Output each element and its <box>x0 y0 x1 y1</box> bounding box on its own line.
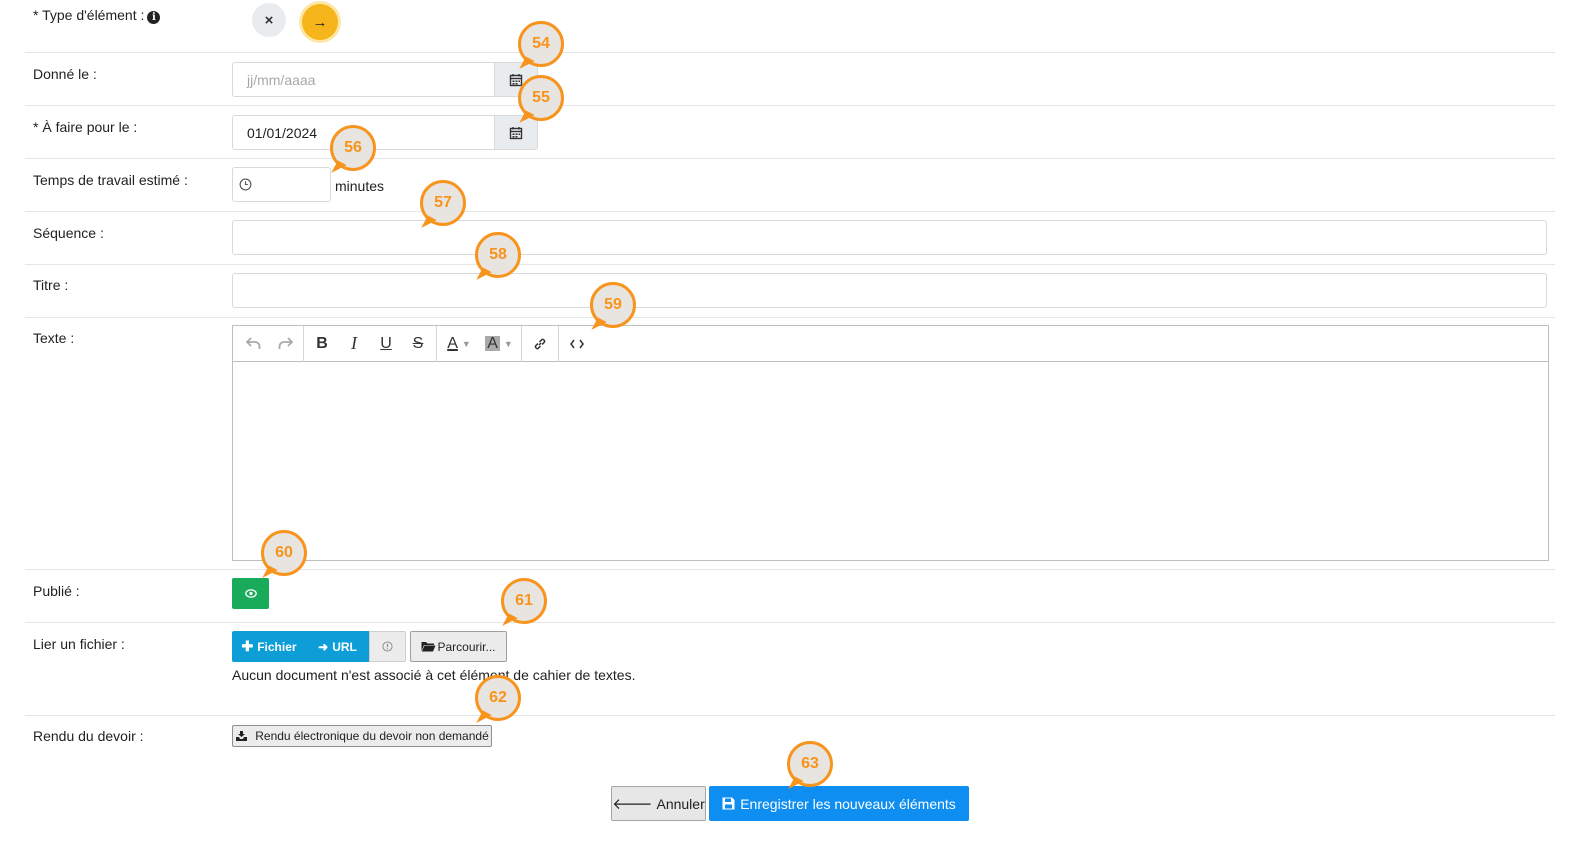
undo-icon[interactable] <box>237 327 269 361</box>
arrow-left-icon: 🡐 <box>612 796 653 813</box>
work-time-unit: minutes <box>335 178 385 194</box>
editor-toolbar: B I U S A ▼ A ▼ <box>233 325 1548 362</box>
save-button[interactable]: Enregistrer les nouveaux éléments <box>709 786 969 821</box>
given-label: Donné le : <box>33 66 97 82</box>
homework-submission-label: Rendu du devoir : <box>33 728 144 744</box>
homework-submission-button[interactable]: Rendu électronique du devoir non demandé <box>232 725 492 747</box>
type-cancel-button[interactable]: × <box>252 3 286 37</box>
title-input[interactable] <box>232 273 1547 308</box>
save-icon <box>722 797 735 810</box>
cancel-button[interactable]: 🡐 Annuler <box>611 786 706 821</box>
type-label: * Type d'élément :i <box>33 7 161 24</box>
underline-icon[interactable]: U <box>370 327 402 361</box>
annotation-marker-60: 60 <box>261 530 307 576</box>
folder-icon <box>421 642 436 652</box>
annotation-marker-62: 62 <box>475 675 521 721</box>
sequence-label: Séquence : <box>33 225 104 241</box>
no-document-text: Aucun document n'est associé à cet éléme… <box>232 667 636 683</box>
info-icon[interactable]: i <box>147 11 161 24</box>
published-label: Publié : <box>33 583 80 599</box>
toolbar-divider <box>436 325 437 362</box>
share-icon: ➜ <box>318 639 329 654</box>
inbox-icon <box>236 731 248 741</box>
work-time-label: Temps de travail estimé : <box>33 172 188 188</box>
text-color-icon[interactable]: A ▼ <box>439 327 479 361</box>
annotation-marker-59: 59 <box>590 282 636 328</box>
plus-icon: ✚ <box>241 638 254 654</box>
rich-text-editor: B I U S A ▼ A ▼ <box>232 325 1549 561</box>
warning-icon <box>382 641 393 652</box>
clock-icon <box>239 178 252 191</box>
editor-content-area[interactable] <box>233 362 1548 560</box>
bold-icon[interactable]: B <box>306 327 338 361</box>
calendar-icon <box>509 126 523 139</box>
annotation-marker-58: 58 <box>475 232 521 278</box>
add-url-button[interactable]: ➜ URL <box>306 631 369 662</box>
due-label: * À faire pour le : <box>33 119 138 135</box>
annotation-marker-54: 54 <box>518 21 564 67</box>
work-time-input[interactable] <box>232 167 331 202</box>
link-icon[interactable] <box>524 327 556 361</box>
annotation-marker-55: 55 <box>518 75 564 121</box>
eye-icon <box>244 589 257 598</box>
title-label: Titre : <box>33 277 69 293</box>
strikethrough-icon[interactable]: S <box>402 327 434 361</box>
source-code-icon[interactable] <box>561 327 593 361</box>
annotation-marker-56: 56 <box>330 125 376 171</box>
browse-button[interactable]: Parcourir... <box>410 631 507 662</box>
published-toggle-button[interactable] <box>232 578 269 609</box>
annotation-marker-57: 57 <box>420 180 466 226</box>
italic-icon[interactable]: I <box>338 327 370 361</box>
given-date-input[interactable]: jj/mm/aaaa <box>232 62 495 97</box>
toolbar-divider <box>521 325 522 362</box>
redo-icon[interactable] <box>269 327 301 361</box>
annotation-marker-61: 61 <box>501 578 547 624</box>
annotation-marker-63: 63 <box>787 741 833 787</box>
warning-button[interactable] <box>369 631 406 662</box>
toolbar-divider <box>558 325 559 362</box>
toolbar-divider <box>303 325 304 362</box>
type-selected-arrow-button[interactable]: → <box>299 1 341 43</box>
text-label: Texte : <box>33 330 75 346</box>
add-file-button[interactable]: ✚ Fichier <box>232 631 306 662</box>
link-file-label: Lier un fichier : <box>33 636 125 652</box>
highlight-color-icon[interactable]: A ▼ <box>479 327 519 361</box>
